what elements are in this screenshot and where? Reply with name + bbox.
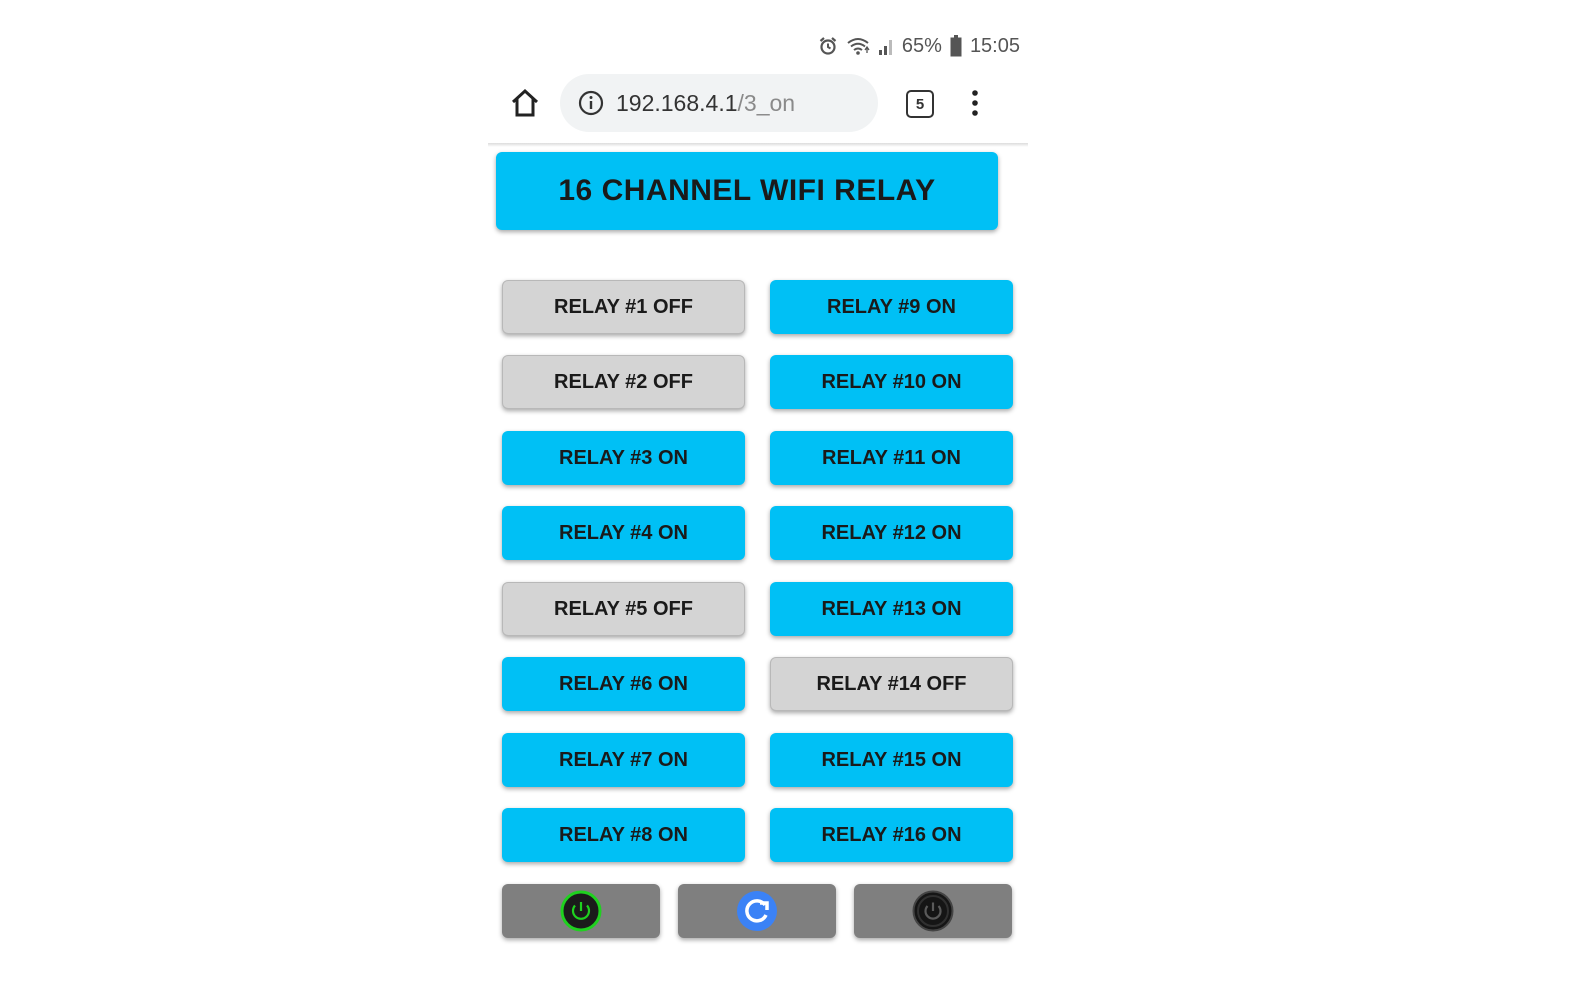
browser-toolbar: 192.168.4.1/3_on 5 [488,72,1028,136]
refresh-icon [737,891,777,931]
relay-13-button[interactable]: RELAY #13 ON [770,582,1013,636]
battery-percent: 65% [901,34,942,57]
alarm-icon [818,36,838,56]
signal-icon [878,36,894,56]
tab-count: 5 [915,95,925,113]
relay-16-button[interactable]: RELAY #16 ON [770,808,1013,862]
relay-4-button[interactable]: RELAY #4 ON [502,506,745,560]
relay-15-button[interactable]: RELAY #15 ON [770,733,1013,787]
all-off-button[interactable] [854,884,1012,938]
relay-14-button[interactable]: RELAY #14 OFF [770,657,1013,711]
home-icon [511,88,539,117]
page-title: 16 CHANNEL WIFI RELAY [496,152,998,230]
clock: 15:05 [969,34,1020,57]
phone-screen: 65% 15:05 192.168.4.1/3_on 5 16 CHANNEL … [488,0,1028,1002]
relay-3-button[interactable]: RELAY #3 ON [502,431,745,485]
tab-switcher-button[interactable]: 5 [906,90,934,118]
url-path: /3_on [737,89,796,116]
relay-11-button[interactable]: RELAY #11 ON [770,431,1013,485]
relay-7-button[interactable]: RELAY #7 ON [502,733,745,787]
all-on-button[interactable] [502,884,660,938]
url-bar[interactable]: 192.168.4.1/3_on [560,74,878,132]
relay-12-button[interactable]: RELAY #12 ON [770,506,1013,560]
relay-5-button[interactable]: RELAY #5 OFF [502,582,745,636]
wifi-icon [846,36,870,56]
home-button[interactable] [508,86,542,120]
info-icon[interactable] [578,90,604,116]
toolbar-divider [488,143,1028,147]
power-on-icon [560,890,602,932]
relay-6-button[interactable]: RELAY #6 ON [502,657,745,711]
browser-menu-button[interactable] [968,88,982,118]
url-host: 192.168.4.1 [616,89,738,116]
control-row [502,884,1014,938]
relay-9-button[interactable]: RELAY #9 ON [770,280,1013,334]
more-vertical-icon [972,90,978,116]
battery-icon [950,35,962,57]
relay-10-button[interactable]: RELAY #10 ON [770,355,1013,409]
power-off-icon [912,890,954,932]
relay-1-button[interactable]: RELAY #1 OFF [502,280,745,334]
status-bar: 65% 15:05 [818,30,1020,62]
refresh-button[interactable] [678,884,836,938]
relay-2-button[interactable]: RELAY #2 OFF [502,355,745,409]
relay-8-button[interactable]: RELAY #8 ON [502,808,745,862]
